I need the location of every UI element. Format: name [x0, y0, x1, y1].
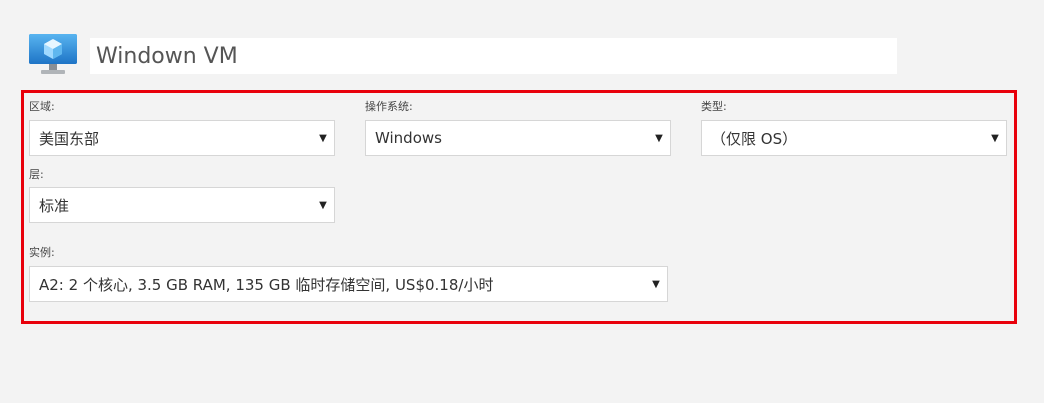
tier-label: 层: — [29, 168, 44, 181]
chevron-down-icon: ▼ — [319, 199, 327, 211]
chevron-down-icon: ▼ — [991, 132, 999, 144]
os-label: 操作系统: — [365, 100, 413, 113]
chevron-down-icon: ▼ — [652, 278, 660, 290]
chevron-down-icon: ▼ — [319, 132, 327, 144]
instance-select[interactable]: A2: 2 个核心, 3.5 GB RAM, 135 GB 临时存储空间, US… — [29, 266, 668, 302]
region-select-value: 美国东部 — [39, 129, 100, 148]
type-select-value: （仅限 OS） — [711, 129, 798, 148]
tier-select-value: 标准 — [39, 196, 70, 215]
type-select[interactable]: （仅限 OS） ▼ — [701, 120, 1007, 156]
tier-select[interactable]: 标准 ▼ — [29, 187, 335, 223]
instance-select-value: A2: 2 个核心, 3.5 GB RAM, 135 GB 临时存储空间, US… — [39, 275, 494, 294]
page-header — [27, 30, 79, 78]
os-select-value: Windows — [375, 129, 442, 147]
type-label: 类型: — [701, 100, 727, 113]
instance-label: 实例: — [29, 246, 55, 259]
os-select[interactable]: Windows ▼ — [365, 120, 671, 156]
region-select[interactable]: 美国东部 ▼ — [29, 120, 335, 156]
virtual-machine-icon — [27, 30, 79, 78]
chevron-down-icon: ▼ — [655, 132, 663, 144]
vm-name-input[interactable] — [90, 38, 897, 74]
region-label: 区域: — [29, 100, 55, 113]
